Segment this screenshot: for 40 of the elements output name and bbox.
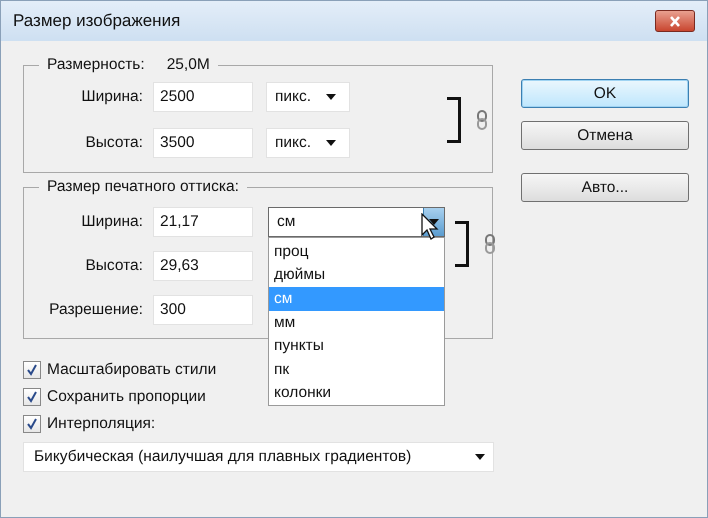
link-bracket — [455, 221, 469, 267]
field-label: Высота: — [85, 134, 143, 152]
dialog-button[interactable]: Авто... — [521, 173, 689, 202]
field-label: Высота: — [85, 257, 143, 275]
close-button[interactable] — [655, 10, 695, 32]
input-field[interactable]: 2500 — [153, 82, 253, 112]
unit-dropdown[interactable]: пикс. — [266, 82, 350, 112]
field-label: Ширина: — [81, 88, 143, 106]
size-value: 25,0M — [166, 55, 210, 75]
checkbox[interactable] — [23, 388, 41, 406]
checkbox[interactable] — [23, 415, 41, 433]
menu-item[interactable]: мм — [269, 310, 444, 334]
unit-dropdown[interactable]: см — [268, 207, 445, 237]
checkbox-label[interactable]: Масштабировать стили — [47, 361, 216, 379]
checkbox-label[interactable]: Интерполяция: — [47, 415, 156, 433]
checkbox-label[interactable]: Сохранить пропорции — [47, 388, 206, 406]
chain-icon[interactable] — [477, 110, 487, 130]
menu-item[interactable]: колонки — [269, 382, 444, 406]
menu-item[interactable]: пк — [269, 358, 444, 382]
chain-icon[interactable] — [485, 234, 495, 254]
window-title: Размер изображения — [13, 11, 180, 31]
menu-item[interactable]: проц — [269, 240, 444, 264]
dialog-button[interactable]: Отмена — [521, 121, 689, 150]
unit-dropdown[interactable]: пикс. — [266, 128, 350, 158]
input-field[interactable]: 300 — [153, 295, 253, 325]
group-title: Размер печатного оттиска: — [47, 177, 239, 197]
dialog-button[interactable]: OK — [521, 79, 689, 108]
field-label: Разрешение: — [49, 301, 143, 319]
group-title: Размерность: — [47, 55, 145, 75]
checkbox[interactable] — [23, 361, 41, 379]
link-bracket — [447, 97, 461, 143]
field-label: Ширина: — [81, 213, 143, 231]
input-field[interactable]: 3500 — [153, 128, 253, 158]
interpolation-dropdown[interactable]: Бикубическая (наилучшая для плавных градиентов) — [23, 442, 494, 472]
menu-item[interactable]: пункты — [269, 334, 444, 358]
input-field[interactable]: 29,63 — [153, 251, 253, 281]
menu-item[interactable]: дюймы — [269, 264, 444, 288]
caret-icon — [475, 454, 485, 460]
close-icon — [669, 16, 681, 26]
input-field[interactable]: 21,17 — [153, 207, 253, 237]
